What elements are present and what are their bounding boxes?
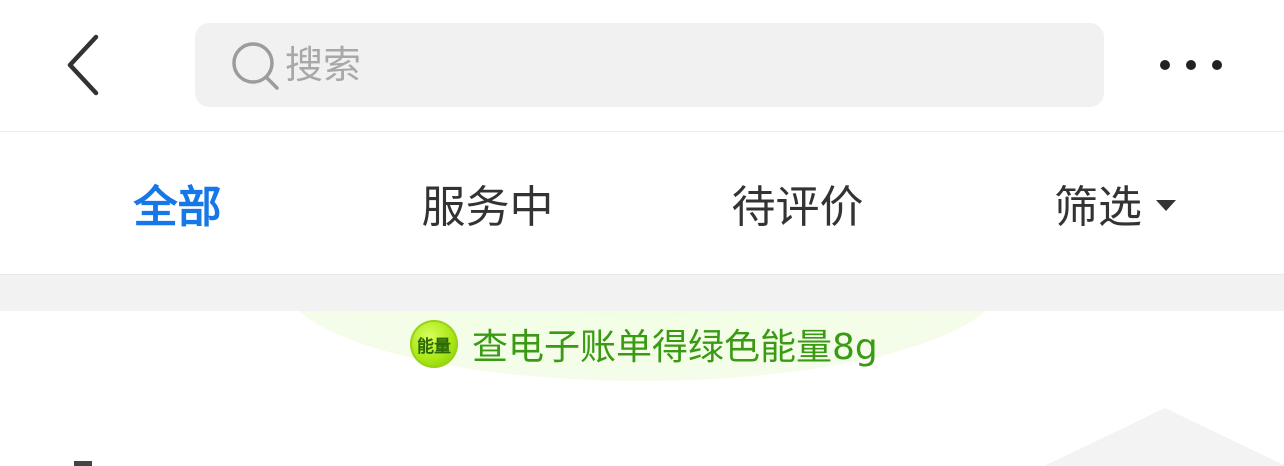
tab-all[interactable]: 全部 [110,132,245,274]
more-icon-dot [1212,60,1222,70]
energy-banner-text: 查电子账单得绿色能量8g [472,327,878,368]
back-arrow-icon [67,34,99,96]
tab-pending-review[interactable]: 待评价 [715,132,880,274]
energy-banner[interactable]: 能量 查电子账单得绿色能量8g [410,316,878,372]
tab-label: 筛选 [1054,182,1142,233]
caret-down-icon [1156,199,1176,211]
energy-badge-label: 能量 [417,336,451,357]
page: 全部 服务中 待评价 筛选 能量 查电子账单得绿色能量8g [0,0,1284,466]
search-bar[interactable] [195,23,1104,107]
top-bar [0,0,1284,132]
decorative-shape [1040,408,1284,466]
search-input[interactable] [285,23,1065,107]
tab-in-service[interactable]: 服务中 [405,132,570,274]
more-icon-dot [1186,60,1196,70]
tab-label: 服务中 [421,182,554,233]
tab-label: 全部 [133,182,222,233]
section-divider [0,275,1284,311]
tab-label: 待评价 [731,182,864,233]
energy-icon: 能量 [410,320,458,368]
filter-tabs: 全部 服务中 待评价 筛选 [0,132,1284,275]
back-button[interactable] [52,30,112,100]
more-icon [1160,60,1170,70]
search-icon [232,42,279,90]
decorative-mark [74,461,92,466]
more-button[interactable] [1160,45,1222,85]
tab-filter[interactable]: 筛选 [1040,132,1190,274]
